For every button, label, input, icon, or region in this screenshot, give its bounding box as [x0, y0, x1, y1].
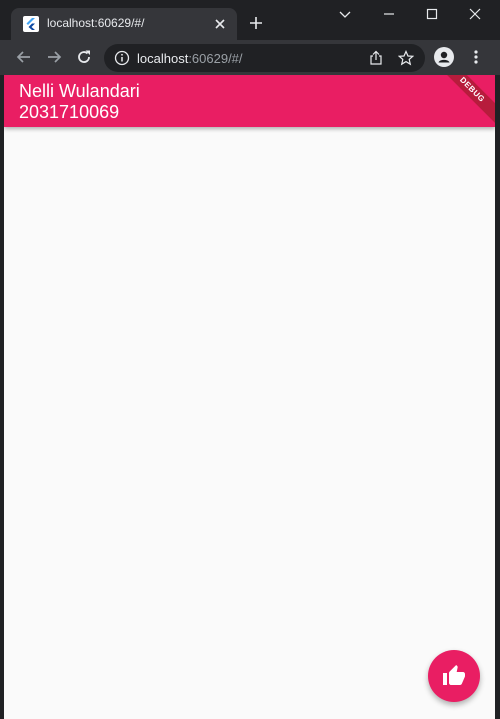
window-edge-right: [495, 75, 500, 719]
browser-toolbar: localhost:60629/#/: [0, 40, 500, 75]
tab-title: localhost:60629/#/: [47, 16, 145, 30]
star-icon[interactable]: [397, 50, 415, 66]
url-host: localhost: [137, 51, 189, 66]
thumb-up-icon: [443, 665, 465, 685]
student-id: 2031710069: [19, 102, 120, 122]
minimize-icon[interactable]: [381, 6, 397, 22]
close-icon[interactable]: [212, 16, 228, 32]
browser-window: localhost:60629/#/ localhost:60629/#/ Ne…: [0, 0, 500, 719]
info-icon[interactable]: [114, 50, 130, 66]
more-vert-icon[interactable]: [468, 49, 484, 65]
url-text: localhost:60629/#/: [137, 51, 243, 66]
reload-icon[interactable]: [75, 48, 93, 66]
tab-strip: localhost:60629/#/: [0, 0, 500, 40]
app-bar-title: Nelli Wulandari 2031710069: [19, 81, 140, 123]
new-tab-plus-icon[interactable]: [247, 14, 265, 32]
profile-icon[interactable]: [434, 47, 454, 67]
app-bar: Nelli Wulandari 2031710069: [4, 75, 495, 127]
browser-tab[interactable]: localhost:60629/#/: [11, 8, 237, 40]
share-icon[interactable]: [368, 50, 384, 66]
address-bar[interactable]: localhost:60629/#/: [104, 44, 425, 72]
thumb-up-fab-button[interactable]: [428, 650, 480, 702]
flutter-favicon-icon: [23, 16, 39, 32]
back-arrow-icon[interactable]: [15, 48, 33, 66]
student-name: Nelli Wulandari: [19, 81, 140, 101]
flutter-app-viewport: Nelli Wulandari 2031710069 DEBUG: [4, 75, 495, 719]
close-window-icon[interactable]: [467, 6, 483, 22]
forward-arrow-icon[interactable]: [45, 48, 63, 66]
chevron-down-icon[interactable]: [337, 6, 353, 22]
url-path: :60629/#/: [188, 51, 243, 66]
maximize-icon[interactable]: [424, 6, 440, 22]
